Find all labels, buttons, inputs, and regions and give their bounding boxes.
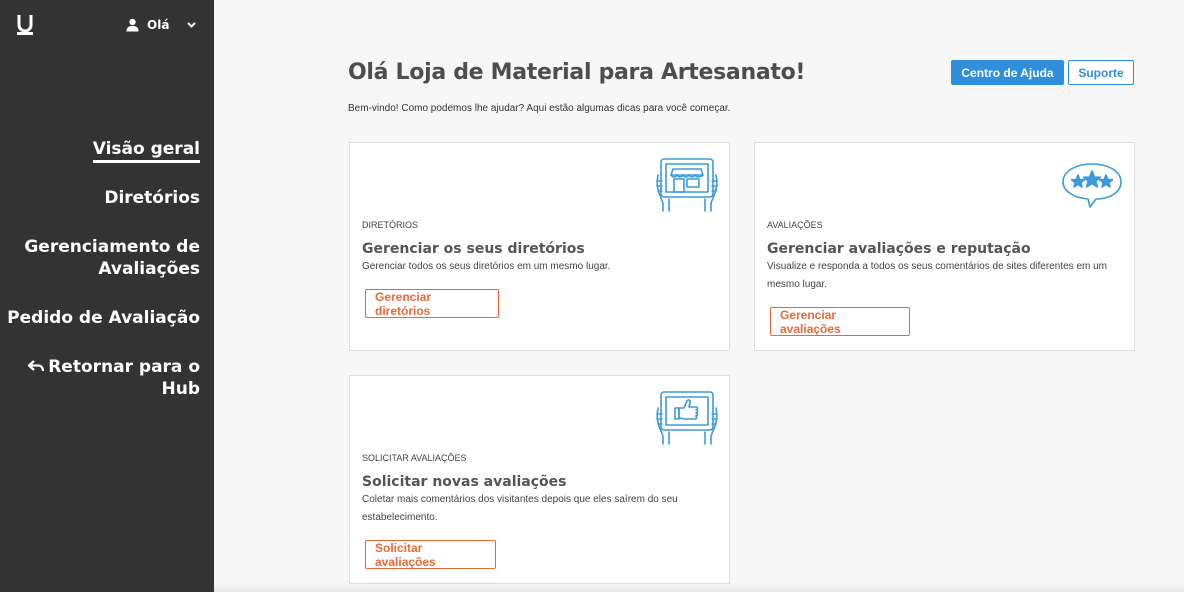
- nav-item-review-management[interactable]: Gerenciamento de Avaliações: [0, 236, 200, 280]
- back-arrow-icon: [28, 360, 45, 372]
- help-center-button[interactable]: Centro de Ajuda: [951, 60, 1064, 85]
- tablet-thumbs-up-icon: [656, 391, 718, 445]
- sidebar-nav: Visão geral Diretórios Gerenciamento de …: [0, 138, 200, 400]
- nav-item-directories[interactable]: Diretórios: [0, 187, 200, 209]
- card-reviews: AVALIAÇÕES Gerenciar avaliações e reputa…: [754, 142, 1135, 351]
- tablet-store-icon: [656, 158, 718, 212]
- nav-item-overview[interactable]: Visão geral: [0, 138, 200, 163]
- logo-icon[interactable]: [16, 14, 34, 36]
- manage-reviews-button[interactable]: Gerenciar avaliações: [770, 307, 910, 336]
- user-name: Olá: [147, 18, 170, 32]
- bottom-shadow: [214, 582, 1184, 592]
- user-menu[interactable]: Olá: [126, 18, 197, 32]
- nav-item-review-request[interactable]: Pedido de Avaliação: [0, 307, 200, 329]
- card-description: Gerenciar todos os seus diretórios em um…: [362, 261, 611, 272]
- card-description: Coletar mais comentários dos visitantes …: [362, 494, 678, 523]
- card-title: Gerenciar avaliações e reputação: [767, 241, 1031, 257]
- page-title: Olá Loja de Material para Artesanato!: [348, 60, 806, 85]
- user-icon: [126, 18, 139, 32]
- welcome-text: Bem-vindo! Como podemos lhe ajudar? Aqui…: [348, 103, 731, 114]
- sidebar: Olá Visão geral Diretórios Gerenciamento…: [0, 0, 214, 592]
- card-directories: DIRETÓRIOS Gerenciar os seus diretórios …: [349, 142, 730, 351]
- request-reviews-button[interactable]: Solicitar avaliações: [365, 540, 496, 569]
- speech-bubble-stars-icon: [1062, 163, 1122, 208]
- chevron-down-icon[interactable]: [187, 22, 197, 28]
- card-request-reviews: SOLICITAR AVALIAÇÕES Solicitar novas ava…: [349, 375, 730, 584]
- card-title: Gerenciar os seus diretórios: [362, 241, 585, 257]
- card-description: Visualize e responda a todos os seus com…: [767, 261, 1107, 290]
- card-title: Solicitar novas avaliações: [362, 474, 567, 490]
- manage-directories-button[interactable]: Gerenciar diretórios: [365, 289, 499, 318]
- support-button[interactable]: Suporte: [1068, 60, 1134, 85]
- nav-item-return-hub[interactable]: Retornar para o Hub: [0, 356, 200, 400]
- card-category: AVALIAÇÕES: [767, 220, 823, 230]
- card-category: DIRETÓRIOS: [362, 220, 419, 230]
- card-category: SOLICITAR AVALIAÇÕES: [362, 453, 467, 463]
